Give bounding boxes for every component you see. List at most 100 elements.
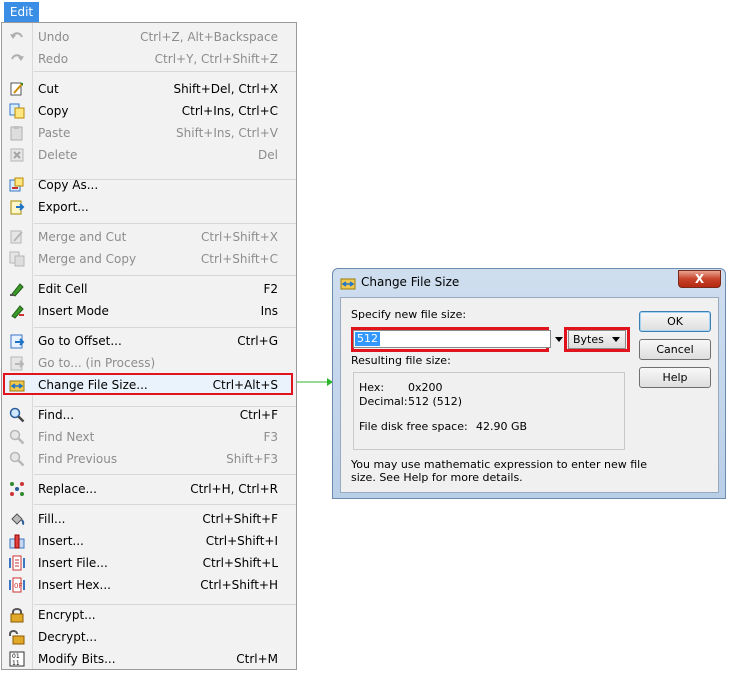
menu-item-label: Replace... — [38, 482, 97, 496]
hex-label: Hex: — [359, 381, 385, 394]
menu-item-copy-as[interactable]: Copy As... — [4, 174, 294, 196]
menu-item-find[interactable]: Find... Ctrl+F — [4, 404, 294, 426]
svg-text:11: 11 — [12, 660, 20, 667]
menu-item-insert-mode[interactable]: Insert Mode Ins — [4, 300, 294, 322]
redo-icon — [11, 54, 24, 61]
menu-item-copy[interactable]: Copy Ctrl+Ins, Ctrl+C — [4, 100, 294, 122]
close-button[interactable]: X — [678, 270, 721, 288]
encrypt-icon — [10, 608, 24, 623]
menu-item-shortcut: Ctrl+G — [237, 334, 278, 348]
menu-separator — [34, 504, 296, 505]
insert-file-icon — [9, 555, 25, 571]
menu-item-label: Find Next — [38, 430, 95, 444]
menu-item-shortcut: Ins — [260, 304, 278, 318]
menu-item-paste[interactable]: Paste Shift+Ins, Ctrl+V — [4, 122, 294, 144]
undo-icon — [10, 32, 23, 39]
menu-item-label: Copy As... — [38, 178, 99, 192]
menu-item-label: Insert Hex... — [38, 578, 111, 592]
edit-menu-title[interactable]: Edit — [4, 2, 39, 22]
menu-item-label: Insert... — [38, 534, 84, 548]
menu-item-shortcut: Ctrl+Shift+X — [201, 230, 278, 244]
file-size-input[interactable]: 512 — [353, 330, 551, 348]
svg-text:0F: 0F — [14, 582, 22, 590]
menu-item-export[interactable]: Export... — [4, 196, 294, 218]
dialog-title: Change File Size — [361, 275, 460, 289]
unit-select-value: Bytes — [573, 333, 604, 346]
find-next-icon — [9, 429, 25, 445]
hint-text-line1: You may use mathematic expression to ent… — [351, 458, 647, 471]
merge-copy-icon — [9, 251, 25, 267]
change-file-size-icon — [9, 380, 25, 392]
menu-item-undo[interactable]: Undo Ctrl+Z, Alt+Backspace — [4, 26, 294, 48]
menu-item-cut[interactable]: Cut Shift+Del, Ctrl+X — [4, 78, 294, 100]
menu-item-label: Insert File... — [38, 556, 108, 570]
menu-item-shortcut: Ctrl+H, Ctrl+R — [190, 482, 278, 496]
fill-icon — [11, 513, 25, 526]
modify-bits-icon: 0111 — [9, 651, 25, 667]
menu-separator — [34, 327, 296, 328]
cut-icon — [10, 82, 23, 96]
menu-item-merge-and-copy[interactable]: Merge and Copy Ctrl+Shift+C — [4, 248, 294, 270]
menu-item-label: Fill... — [38, 512, 66, 526]
menu-item-replace[interactable]: Replace... Ctrl+H, Ctrl+R — [4, 478, 294, 500]
menu-item-label: Delete — [38, 148, 78, 162]
menu-item-fill[interactable]: Fill... Ctrl+Shift+F — [4, 508, 294, 530]
menu-item-shortcut: Ctrl+Shift+L — [202, 556, 278, 570]
menu-item-insert-hex[interactable]: 0F Insert Hex... Ctrl+Shift+H — [4, 574, 294, 596]
ok-button[interactable]: OK — [639, 311, 711, 332]
menu-item-label: Merge and Cut — [38, 230, 127, 244]
menu-item-go-to-offset[interactable]: Go to Offset... Ctrl+G — [4, 330, 294, 352]
menu-item-delete[interactable]: Delete Del — [4, 144, 294, 166]
menu-item-edit-cell[interactable]: Edit Cell F2 — [4, 278, 294, 300]
menu-item-label: Cut — [38, 82, 59, 96]
menu-item-label: Redo — [38, 52, 69, 66]
menu-separator — [34, 275, 296, 276]
menu-item-shortcut: Ctrl+Shift+F — [202, 512, 278, 526]
decimal-value: 512 (512) — [408, 395, 463, 408]
menu-item-label: Change File Size... — [38, 378, 148, 392]
copy-as-icon — [9, 177, 24, 192]
menu-item-label: Modify Bits... — [38, 652, 116, 666]
edit-menu: Undo Ctrl+Z, Alt+Backspace Redo Ctrl+Y, … — [1, 22, 297, 670]
menu-item-label: Encrypt... — [38, 608, 96, 622]
menu-item-encrypt[interactable]: Encrypt... — [4, 604, 294, 626]
menu-item-find-next[interactable]: Find Next F3 — [4, 426, 294, 448]
decimal-label: Decimal: — [359, 395, 408, 408]
help-button[interactable]: Help — [639, 367, 711, 388]
insert-hex-icon: 0F — [9, 577, 25, 593]
menu-item-modify-bits[interactable]: 01 11 Modify Bits... Ctrl+M — [4, 648, 294, 670]
find-icon — [9, 407, 25, 423]
menu-item-shortcut: Shift+Ins, Ctrl+V — [176, 126, 278, 140]
menu-item-label: Copy — [38, 104, 69, 118]
menu-item-label: Export... — [38, 200, 89, 214]
menu-item-shortcut: F2 — [263, 282, 278, 296]
menu-item-change-file-size[interactable]: Change File Size... Ctrl+Alt+S — [4, 374, 294, 396]
menu-item-merge-and-cut[interactable]: Merge and Cut Ctrl+Shift+X — [4, 226, 294, 248]
unit-select[interactable]: Bytes — [568, 330, 626, 349]
decrypt-icon — [9, 630, 25, 645]
export-icon — [10, 200, 25, 215]
menu-item-shortcut: Ctrl+Z, Alt+Backspace — [140, 30, 278, 44]
menu-item-insert[interactable]: Insert... Ctrl+Shift+I — [4, 530, 294, 552]
menu-item-shortcut: Ctrl+Shift+I — [205, 534, 278, 548]
replace-icon — [10, 482, 24, 496]
menu-item-go-to-in-process[interactable]: Go to... (in Process) — [4, 352, 294, 374]
menu-item-shortcut: Ctrl+Alt+S — [212, 378, 278, 392]
menu-item-shortcut: Shift+F3 — [226, 452, 278, 466]
menu-item-shortcut: Del — [258, 148, 278, 162]
menu-item-shortcut: Ctrl+M — [236, 652, 278, 666]
menu-item-redo[interactable]: Redo Ctrl+Y, Ctrl+Shift+Z — [4, 48, 294, 70]
change-file-size-icon — [340, 278, 356, 290]
menu-item-insert-file[interactable]: Insert File... Ctrl+Shift+L — [4, 552, 294, 574]
delete-icon — [10, 148, 24, 162]
resulting-size-label: Resulting file size: — [351, 354, 451, 367]
menu-item-find-previous[interactable]: Find Previous Shift+F3 — [4, 448, 294, 470]
menu-item-label: Edit Cell — [38, 282, 88, 296]
dialog-body: Specify new file size: 512 Bytes Resulti… — [340, 297, 719, 493]
cancel-button[interactable]: Cancel — [639, 339, 711, 360]
insert-mode-icon — [11, 305, 24, 319]
edit-cell-icon — [10, 283, 24, 297]
connector-arrow — [297, 378, 333, 386]
dialog-titlebar[interactable]: Change File Size X — [333, 269, 725, 297]
menu-item-decrypt[interactable]: Decrypt... — [4, 626, 294, 648]
